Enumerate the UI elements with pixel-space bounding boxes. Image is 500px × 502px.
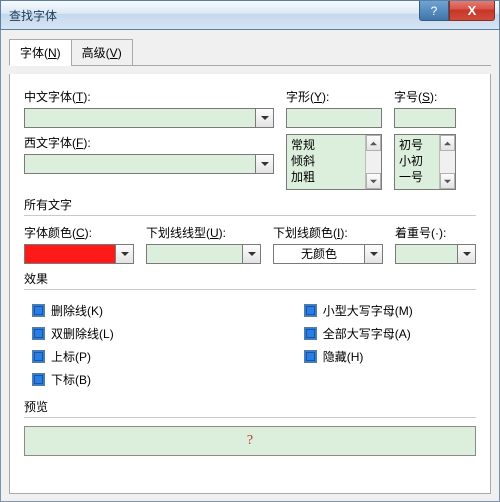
checkbox-subscript[interactable]: 下标(B) bbox=[32, 371, 114, 388]
style-option[interactable]: 常规 bbox=[291, 137, 361, 153]
input-size[interactable] bbox=[394, 108, 456, 128]
scroll-up-button[interactable] bbox=[440, 135, 455, 151]
size-option[interactable]: 小初 bbox=[399, 153, 435, 169]
underline-color-dropdown[interactable] bbox=[365, 244, 383, 264]
style-option[interactable]: 倾斜 bbox=[291, 153, 361, 169]
chinese-font-field[interactable] bbox=[24, 108, 256, 128]
size-scrollbar[interactable] bbox=[439, 135, 455, 189]
label-emphasis: 着重号(·): bbox=[395, 224, 476, 241]
label-western-font: 西文字体(F): bbox=[24, 134, 274, 151]
checkbox-icon bbox=[304, 304, 317, 317]
section-all-text: 所有文字 bbox=[24, 196, 476, 213]
checkbox-icon bbox=[304, 350, 317, 363]
chevron-down-icon bbox=[261, 160, 269, 168]
western-font-dropdown[interactable] bbox=[256, 154, 274, 174]
western-font-field[interactable] bbox=[24, 154, 256, 174]
scroll-down-button[interactable] bbox=[366, 173, 381, 189]
section-preview: 预览 bbox=[24, 398, 476, 415]
label-underline-color: 下划线颜色(I): bbox=[273, 224, 383, 241]
label-font-color: 字体颜色(C): bbox=[24, 224, 134, 241]
window-title: 查找字体 bbox=[9, 7, 57, 24]
chevron-down-icon bbox=[248, 250, 256, 258]
title-bar: 查找字体 ? X bbox=[0, 0, 500, 30]
checkbox-small-caps[interactable]: 小型大写字母(M) bbox=[304, 302, 413, 319]
size-list-items[interactable]: 初号 小初 一号 bbox=[395, 135, 439, 189]
chevron-down-icon bbox=[261, 114, 269, 122]
checkbox-icon bbox=[32, 327, 45, 340]
checkbox-strike[interactable]: 删除线(K) bbox=[32, 302, 114, 319]
checkbox-icon bbox=[32, 304, 45, 317]
checkbox-superscript[interactable]: 上标(P) bbox=[32, 348, 114, 365]
chevron-down-icon bbox=[370, 250, 378, 258]
label-style: 字形(Y): bbox=[286, 88, 382, 105]
combo-font-color[interactable] bbox=[24, 244, 134, 264]
chevron-down-icon bbox=[463, 250, 471, 258]
tab-bar: 字体(N) 高级(V) bbox=[9, 38, 491, 66]
underline-color-field[interactable]: 无颜色 bbox=[273, 244, 365, 264]
style-option[interactable]: 加粗 bbox=[291, 169, 361, 185]
combo-western-font[interactable] bbox=[24, 154, 274, 174]
help-button[interactable]: ? bbox=[419, 1, 449, 21]
emphasis-field[interactable] bbox=[395, 244, 458, 264]
section-effects: 效果 bbox=[24, 270, 476, 287]
style-list-items[interactable]: 常规 倾斜 加粗 bbox=[287, 135, 365, 189]
scroll-up-button[interactable] bbox=[366, 135, 381, 151]
effects-grid: 删除线(K) 双删除线(L) 上标(P) 下标(B) 小型大写字母(M) 全部大… bbox=[24, 298, 476, 392]
label-underline-style: 下划线线型(U): bbox=[146, 224, 261, 241]
font-panel: 中文字体(T): 字形(Y): 字号(S): bbox=[9, 74, 491, 494]
font-color-dropdown[interactable] bbox=[116, 244, 134, 264]
preview-box: ? bbox=[24, 426, 476, 456]
style-scrollbar[interactable] bbox=[365, 135, 381, 189]
checkbox-icon bbox=[32, 350, 45, 363]
combo-chinese-font[interactable] bbox=[24, 108, 274, 128]
underline-style-dropdown[interactable] bbox=[243, 244, 261, 264]
checkbox-icon bbox=[32, 373, 45, 386]
font-color-swatch[interactable] bbox=[24, 244, 116, 264]
size-field[interactable] bbox=[394, 108, 456, 128]
emphasis-dropdown[interactable] bbox=[458, 244, 476, 264]
checkbox-hidden[interactable]: 隐藏(H) bbox=[304, 348, 413, 365]
scroll-down-button[interactable] bbox=[440, 173, 455, 189]
dialog-body: 字体(N) 高级(V) 中文字体(T): 字形(Y): bbox=[0, 30, 500, 502]
checkbox-icon bbox=[304, 327, 317, 340]
size-option[interactable]: 初号 bbox=[399, 137, 435, 153]
input-style[interactable] bbox=[286, 108, 382, 128]
window-buttons: ? X bbox=[419, 1, 495, 21]
combo-underline-style[interactable] bbox=[146, 244, 261, 264]
close-button[interactable]: X bbox=[449, 1, 495, 21]
checkbox-double-strike[interactable]: 双删除线(L) bbox=[32, 325, 114, 342]
combo-underline-color[interactable]: 无颜色 bbox=[273, 244, 383, 264]
size-option[interactable]: 一号 bbox=[399, 169, 435, 185]
checkbox-all-caps[interactable]: 全部大写字母(A) bbox=[304, 325, 413, 342]
chevron-down-icon bbox=[121, 250, 129, 258]
tab-advanced[interactable]: 高级(V) bbox=[71, 39, 133, 66]
underline-style-field[interactable] bbox=[146, 244, 243, 264]
label-size: 字号(S): bbox=[394, 88, 456, 105]
label-chinese-font: 中文字体(T): bbox=[24, 88, 274, 105]
listbox-style[interactable]: 常规 倾斜 加粗 bbox=[286, 134, 382, 190]
style-field[interactable] bbox=[286, 108, 382, 128]
preview-text: ? bbox=[247, 433, 253, 449]
listbox-size[interactable]: 初号 小初 一号 bbox=[394, 134, 456, 190]
tab-font[interactable]: 字体(N) bbox=[9, 39, 72, 66]
combo-emphasis[interactable] bbox=[395, 244, 476, 264]
chinese-font-dropdown[interactable] bbox=[256, 108, 274, 128]
